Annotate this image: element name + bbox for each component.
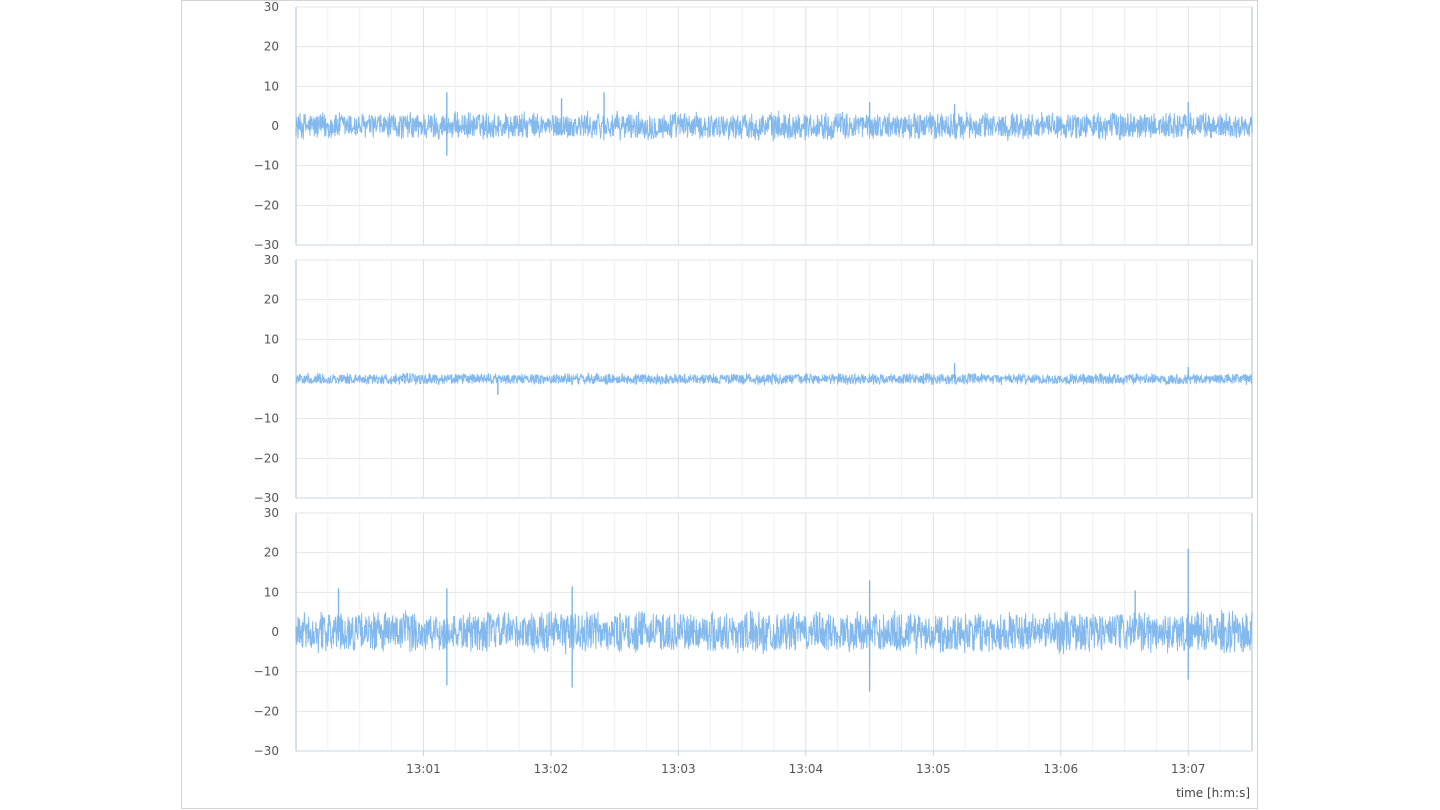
y-tick-label: −30 [254,491,279,505]
y-tick-label: 0 [271,119,279,133]
y-tick-label: 20 [264,40,279,54]
x-tick-label: 13:05 [916,762,951,776]
y-tick-label: −30 [254,744,279,758]
y-tick-label: 0 [271,625,279,639]
chart-frame: 30 20 10 0 −10 −20 −30 30 20 10 0 −10 −20 −30 30 20 10 0−… [181,0,1258,809]
y-tick-label: 30 [264,1,279,14]
x-tick-label: 13:02 [534,762,569,776]
y-tick-label: 10 [264,79,279,93]
y-tick-label: 20 [264,546,279,560]
x-tick-label: 13:04 [789,762,824,776]
y-tick-label: 30 [264,506,279,520]
x-axis-title: time [h:m:s] [1176,786,1250,800]
y-tick-label: −20 [254,198,279,212]
y-tick-label: 0 [271,372,279,386]
x-tick-label: 13:07 [1171,762,1206,776]
y-tick-label: −20 [254,451,279,465]
y-tick-label: −30 [254,238,279,252]
y-tick-label: −10 [254,412,279,426]
y-tick-label: 30 [264,253,279,267]
x-tick-label: 13:03 [661,762,696,776]
x-tick-label: 13:01 [406,762,441,776]
y-tick-label: −10 [254,665,279,679]
y-tick-label: 20 [264,293,279,307]
chart-svg: 3020100−10−20−303020100−10−20−303020100−… [254,1,1253,800]
y-tick-label: 10 [264,332,279,346]
y-tick-label: −10 [254,159,279,173]
y-tick-label: −20 [254,704,279,718]
y-tick-label: 10 [264,585,279,599]
x-tick-label: 13:06 [1044,762,1079,776]
